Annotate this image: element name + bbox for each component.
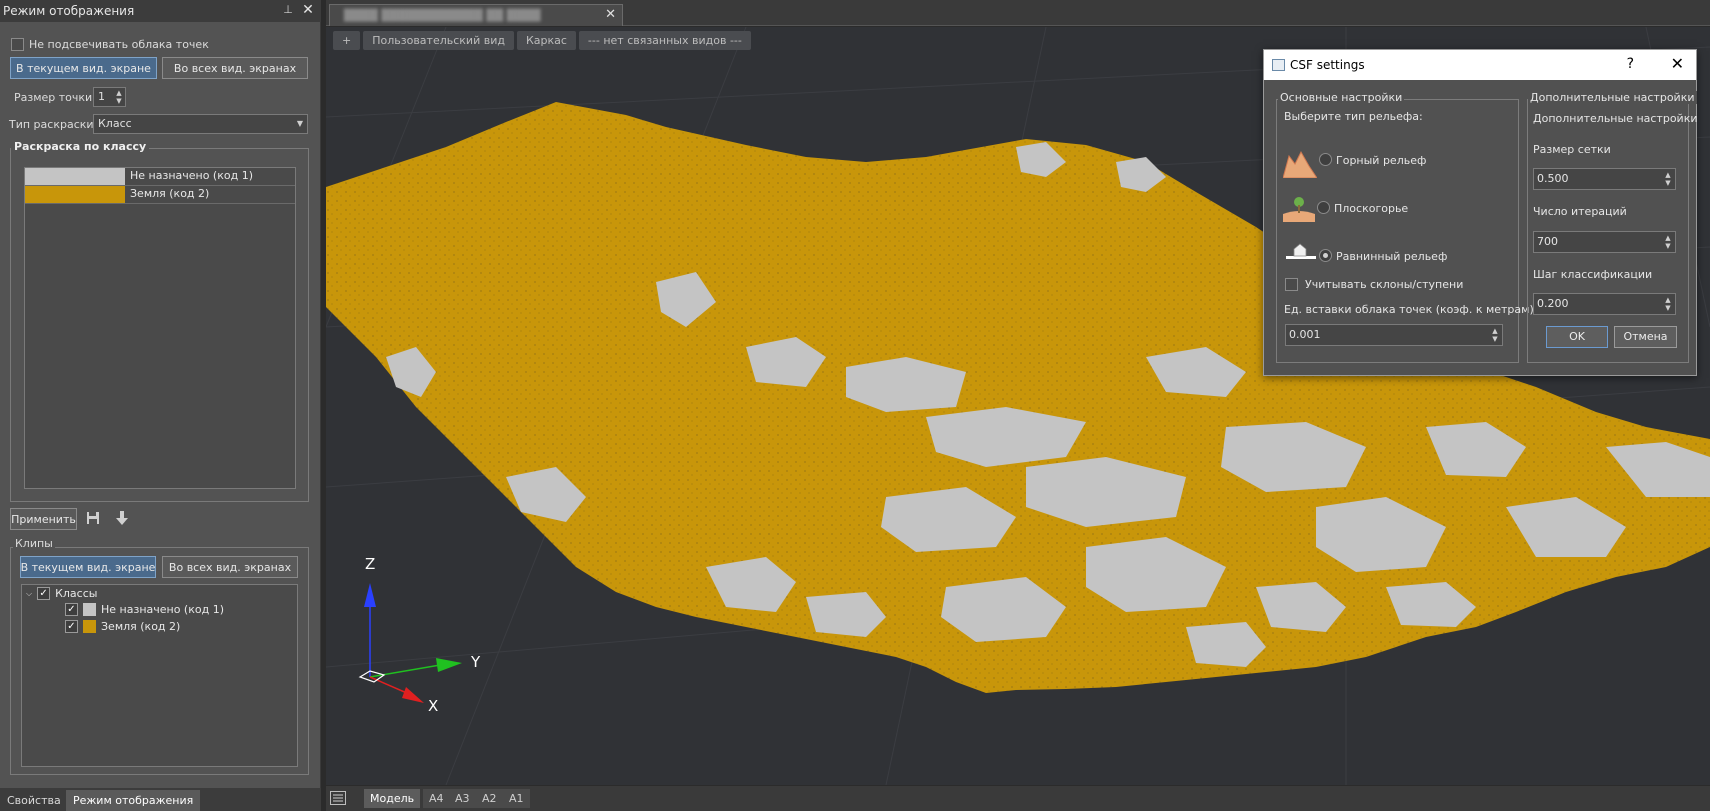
slope-label: Учитывать склоны/ступени (1305, 278, 1464, 291)
axis-x-label: X (428, 697, 439, 715)
tree-item[interactable]: ✓ Земля (код 2) (65, 620, 180, 633)
class-swatch (83, 620, 96, 633)
layout-menu-icon[interactable] (330, 791, 346, 805)
z-axis-arrow (364, 583, 376, 607)
no-highlight-checkbox[interactable] (11, 38, 24, 51)
tree-root[interactable]: ⌵ ✓ Классы (26, 587, 97, 600)
y-axis-arrow (436, 658, 462, 672)
classes-tree: ⌵ ✓ Классы ✓ Не назначено (код 1) ✓ Земл… (21, 584, 298, 767)
mountain-terrain-icon (1282, 150, 1318, 179)
document-tabbar: ████ ████████████ ██ ████ ✕ (326, 0, 1710, 26)
tab-a2[interactable]: A2 (476, 789, 503, 808)
basic-settings-title: Основные настройки (1278, 91, 1405, 104)
x-axis-arrow (402, 687, 424, 703)
spinner-arrows-icon[interactable]: ▲ ▼ (114, 89, 124, 105)
tree-item[interactable]: ✓ Не назначено (код 1) (65, 603, 224, 616)
terrain-prompt: Выберите тип рельефа: (1284, 110, 1423, 123)
advanced-subtitle: Дополнительные настройки (1533, 112, 1698, 125)
close-icon[interactable]: ✕ (301, 2, 315, 18)
no-highlight-label: Не подсвечивать облака точек (29, 38, 209, 51)
tree-checkbox[interactable]: ✓ (37, 587, 51, 600)
tab-display-mode[interactable]: Режим отображения (66, 790, 201, 811)
clips-title: Клипы (13, 537, 55, 550)
tab-a1[interactable]: A1 (503, 789, 530, 808)
download-icon[interactable] (115, 510, 129, 526)
tree-checkbox[interactable]: ✓ (65, 603, 78, 616)
plateau-terrain-icon (1283, 192, 1315, 222)
class-coloring-title: Раскраска по классу (11, 140, 150, 153)
plain-label: Равнинный рельеф (1336, 250, 1448, 263)
class-swatch (83, 603, 96, 616)
color-type-label: Тип раскраски: (9, 118, 98, 131)
class-swatch[interactable] (25, 186, 125, 203)
grid-size-label: Размер сетки (1533, 143, 1611, 156)
document-tab[interactable]: ████ ████████████ ██ ████ ✕ (329, 4, 623, 26)
tree-checkbox[interactable]: ✓ (65, 620, 78, 633)
dialog-titlebar: CSF settings ? ✕ (1264, 50, 1696, 80)
axis-y-label: Y (471, 653, 481, 671)
spinner-arrows-icon[interactable]: ▲ ▼ (1663, 234, 1673, 250)
display-mode-panel: Режим отображения ⊥ ✕ Не подсвечивать об… (0, 0, 321, 811)
iterations-input[interactable]: 700 ▲ ▼ (1533, 231, 1676, 253)
insert-unit-label: Ед. вставки облака точек (коэф. к метрам… (1284, 303, 1534, 316)
panel-title: Режим отображения (3, 4, 135, 18)
point-size-spinner[interactable]: 1 ▲ ▼ (93, 87, 126, 107)
advanced-settings-title: Дополнительные настройки (1528, 91, 1697, 104)
layout-tabbar: Модель A4 A3 A2 A1 (326, 786, 1710, 811)
class-step-label: Шаг классификации (1533, 268, 1653, 281)
plain-radio[interactable] (1319, 249, 1332, 262)
tab-properties[interactable]: Свойства (0, 790, 68, 811)
help-icon[interactable]: ? (1627, 56, 1634, 72)
viewport-toolbar: + Пользовательский вид Каркас --- нет св… (333, 31, 751, 50)
grid-size-input[interactable]: 0.500 ▲ ▼ (1533, 168, 1676, 190)
axis-gizmo (358, 583, 462, 703)
insert-unit-input[interactable]: 0.001 ▲ ▼ (1285, 324, 1503, 346)
cancel-button[interactable]: Отмена (1614, 326, 1677, 348)
class-step-input[interactable]: 0.200 ▲ ▼ (1533, 293, 1676, 315)
close-icon[interactable]: ✕ (1671, 54, 1684, 73)
linked-views-button[interactable]: --- нет связанных видов --- (578, 31, 751, 50)
close-icon[interactable]: ✕ (605, 7, 616, 22)
tab-a4[interactable]: A4 (423, 789, 450, 808)
panel-bottom-tabs: Свойства Режим отображения (0, 788, 321, 811)
ok-button[interactable]: OK (1546, 326, 1608, 348)
chevron-down-icon: ▼ (296, 119, 303, 128)
plateau-label: Плоскогорье (1334, 202, 1409, 215)
spinner-arrows-icon[interactable]: ▲ ▼ (1663, 296, 1673, 312)
tab-model[interactable]: Модель (364, 789, 421, 808)
apply-button[interactable]: Применить (10, 508, 77, 530)
save-icon[interactable] (86, 511, 100, 525)
plateau-radio[interactable] (1317, 201, 1330, 214)
iterations-label: Число итераций (1533, 205, 1627, 218)
current-view-button[interactable]: В текущем вид. экране (10, 57, 157, 79)
class-swatch[interactable] (25, 168, 125, 185)
spinner-arrows-icon[interactable]: ▲ ▼ (1490, 327, 1500, 343)
mountain-radio[interactable] (1319, 153, 1332, 166)
clips-current-view-button[interactable]: В текущем вид. экране (20, 556, 156, 578)
color-type-select[interactable]: Класс ▼ (93, 114, 308, 134)
expand-icon[interactable]: ⌵ (26, 589, 32, 599)
axis-z-label: Z (365, 555, 376, 573)
app-icon (1272, 59, 1285, 71)
all-views-button[interactable]: Во всех вид. экранах (162, 57, 308, 79)
mountain-label: Горный рельеф (1336, 154, 1427, 167)
tab-a3[interactable]: A3 (449, 789, 476, 808)
y-axis (369, 663, 447, 678)
document-tab-name: ████ ████████████ ██ ████ (344, 9, 541, 22)
panel-titlebar: Режим отображения ⊥ ✕ (0, 0, 321, 22)
slope-checkbox[interactable] (1285, 278, 1298, 291)
add-view-button[interactable]: + (333, 31, 361, 50)
clips-all-views-button[interactable]: Во всех вид. экранах (162, 556, 298, 578)
point-size-label: Размер точки: (14, 91, 96, 104)
view-type-button[interactable]: Пользовательский вид (363, 31, 514, 50)
csf-settings-dialog: CSF settings ? ✕ Основные настройки Выбе… (1263, 49, 1698, 376)
render-mode-button[interactable]: Каркас (516, 31, 576, 50)
dialog-title: CSF settings (1290, 58, 1365, 72)
spinner-arrows-icon[interactable]: ▲ ▼ (1663, 171, 1673, 187)
plain-terrain-icon (1286, 238, 1316, 260)
pin-icon[interactable]: ⊥ (281, 3, 295, 17)
class-row[interactable]: Земля (код 2) (25, 186, 295, 204)
class-color-list: Не назначено (код 1) Земля (код 2) (24, 167, 296, 489)
class-row[interactable]: Не назначено (код 1) (25, 168, 295, 186)
